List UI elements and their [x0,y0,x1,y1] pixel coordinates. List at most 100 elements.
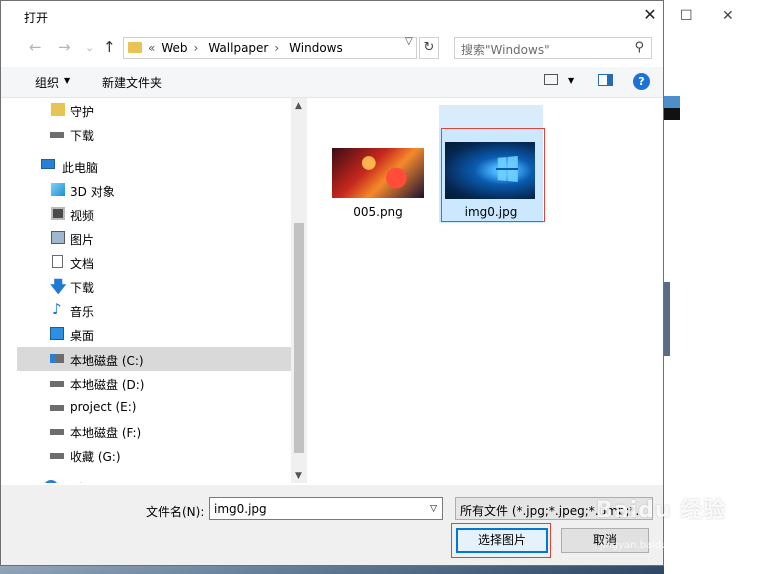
sidebar-item-label: 视频 [70,209,95,223]
command-toolbar: 组织 ▼ 新建文件夹 ▼ ? [1,67,663,98]
maximize-icon[interactable]: ☐ [680,8,693,24]
dialog-title: 打开 [24,11,49,25]
breadcrumb-separator-icon[interactable]: › [274,41,279,55]
sidebar-item-label: 文档 [70,257,95,271]
scroll-down-icon[interactable]: ▼ [295,471,302,481]
title-bar: 打开 ✕ [1,1,663,32]
sidebar-item-label: 下载 [70,281,95,295]
windows-drive-icon [50,354,64,363]
filename-label: 文件名(N): [146,505,205,519]
recent-locations-icon[interactable]: ⌄ [85,41,94,54]
background-window-image-strip [664,282,670,356]
pictures-icon [51,231,65,244]
watermark-url: jingyan.baidu.com [600,540,693,551]
drive-icon [50,381,64,387]
search-icon[interactable]: ⚲ [634,40,644,55]
scrollbar-thumb[interactable] [294,223,304,453]
filename-input[interactable]: img0.jpg ▽ [209,497,443,520]
desktop-icon [50,327,64,340]
drive-icon [50,453,64,459]
breadcrumb-separator-icon[interactable]: › [194,41,199,55]
filename-value: img0.jpg [214,502,267,516]
organize-button[interactable]: 组织 [35,74,59,91]
sidebar-item-local-disk-c[interactable]: 本地磁盘 (C:) [17,347,291,371]
sidebar-item-this-pc[interactable]: 此电脑 [17,154,291,178]
sidebar-item-label: 桌面 [70,329,95,343]
back-arrow-icon[interactable]: ← [29,38,42,56]
help-icon[interactable]: ? [633,73,650,90]
open-file-dialog: 打开 ✕ ← → ⌄ ↑ « Web › Wallpaper › Windows… [0,0,664,566]
address-bar[interactable]: « Web › Wallpaper › Windows [123,37,417,59]
file-name-label: img0.jpg [464,205,518,219]
sidebar-item-local-disk-d[interactable]: 本地磁盘 (D:) [17,371,291,395]
refresh-button[interactable]: ↻ [419,37,439,59]
sidebar-item-project-e[interactable]: project (E:) [17,395,291,419]
breadcrumb-wallpaper[interactable]: Wallpaper [208,41,268,55]
sidebar-item-label: 本地磁盘 (F:) [70,426,142,440]
breadcrumb-web[interactable]: Web [161,41,187,55]
sidebar-item-label: project (E:) [70,400,137,414]
chevron-down-icon[interactable]: ▽ [430,504,437,514]
download-arrow-icon: 🡇 [50,277,67,296]
scroll-up-icon[interactable]: ▲ [295,101,302,111]
folder-icon [128,42,142,53]
sidebar-item-downloads[interactable]: 🡇 下载 [17,274,291,298]
watermark: Baidu 经验 [596,498,727,523]
video-icon [51,207,65,220]
sidebar-item-label: 收藏 (G:) [70,450,121,464]
sidebar-item-label: 本地磁盘 (D:) [70,378,145,392]
sidebar-item-label: 本地磁盘 (C:) [70,354,144,368]
sidebar-item-network[interactable]: 网络 [17,475,291,483]
sidebar-item-label: 3D 对象 [70,185,115,199]
sidebar-item-label: 图片 [70,233,95,247]
sidebar-item-music[interactable]: ♪ 音乐 [17,298,291,322]
file-thumbnail-005[interactable] [332,148,424,198]
file-item-005[interactable]: 005.png [332,205,424,221]
preview-pane-icon[interactable] [598,74,613,86]
sidebar-item-label: 网络 [62,480,86,483]
drive-icon [50,405,64,411]
document-icon [52,255,63,268]
sidebar-item-label: 音乐 [70,305,95,319]
windows-logo-divider [496,168,518,170]
sidebar-item-label: 此电脑 [62,161,99,175]
background-window-image-dark [664,108,680,120]
search-placeholder: 搜索"Windows" [461,43,550,57]
file-item-img0[interactable]: img0.jpg [441,205,541,221]
new-folder-button[interactable]: 新建文件夹 [102,74,162,91]
file-name-label: 005.png [353,205,403,219]
selection-header [439,105,543,129]
view-options-icon[interactable] [544,74,558,85]
breadcrumb-overflow[interactable]: « [148,41,155,55]
sidebar-item-videos[interactable]: 视频 [17,202,291,226]
sidebar-item-label: 下载 [70,129,95,143]
refresh-icon: ↻ [423,40,435,55]
folder-icon [51,103,65,116]
forward-arrow-icon[interactable]: → [58,38,71,56]
up-arrow-icon[interactable]: ↑ [103,38,116,56]
navigation-pane: 守护 下载 此电脑 3D 对象 视频 图片 文档 🡇 下载 ♪ 音乐 桌面 本地… [17,98,291,483]
sidebar-item-desktop[interactable]: 桌面 [17,322,291,346]
music-note-icon: ♪ [52,300,62,318]
cube-3d-icon [51,183,65,196]
sidebar-item-label: 守护 [70,105,95,119]
drive-icon [50,429,64,435]
sidebar-item-shouhu[interactable]: 守护 [17,98,291,122]
sidebar-item-pictures[interactable]: 图片 [17,226,291,250]
network-icon [44,480,58,483]
caret-down-icon[interactable]: ▼ [568,76,574,85]
file-thumbnail-img0[interactable] [445,142,535,199]
sidebar-item-favorites-g[interactable]: 收藏 (G:) [17,443,291,467]
close-icon[interactable]: ✕ [641,5,659,24]
sidebar-item-downloads-drive[interactable]: 下载 [17,122,291,146]
close-icon[interactable]: ✕ [722,8,734,24]
breadcrumb-windows[interactable]: Windows [289,41,343,55]
sidebar-item-local-disk-f[interactable]: 本地磁盘 (F:) [17,419,291,443]
select-image-button[interactable]: 选择图片 [456,528,548,553]
sidebar-item-3d-objects[interactable]: 3D 对象 [17,178,291,202]
caret-down-icon[interactable]: ▼ [64,76,70,85]
search-input[interactable]: 搜索"Windows" ⚲ [454,37,652,59]
chevron-down-icon[interactable]: ▽ [405,36,413,47]
sidebar-item-documents[interactable]: 文档 [17,250,291,274]
breadcrumb: « Web › Wallpaper › Windows [148,41,349,55]
